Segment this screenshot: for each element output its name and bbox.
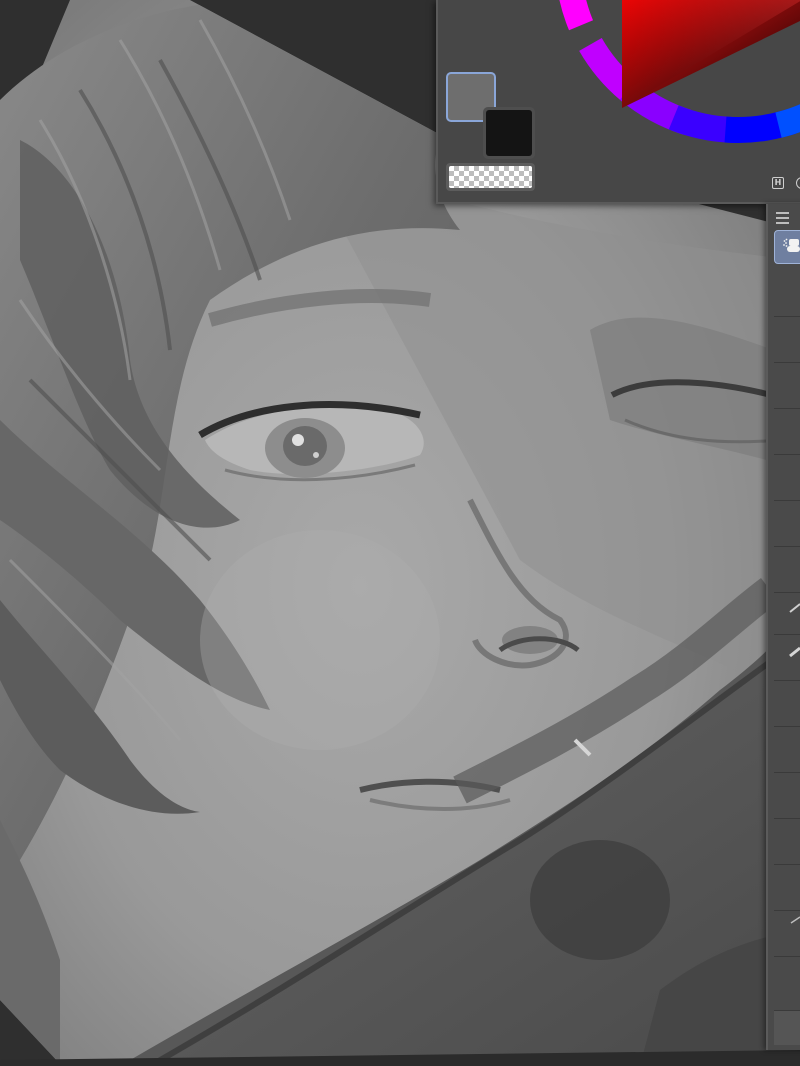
brush-stroke-preview-icon <box>789 603 800 613</box>
tool-divider <box>774 592 800 593</box>
tool-divider <box>774 956 800 957</box>
hsv-square-icon[interactable]: H <box>772 177 784 189</box>
tool-divider <box>774 680 800 681</box>
tool-divider <box>774 362 800 363</box>
tool-divider <box>774 454 800 455</box>
color-wheel-panel: H <box>436 0 800 204</box>
tool-divider <box>774 818 800 819</box>
tool-divider <box>774 634 800 635</box>
tool-divider <box>774 408 800 409</box>
tool-divider <box>774 500 800 501</box>
tool-divider <box>774 546 800 547</box>
brush-stroke-preview-icon <box>790 916 800 924</box>
hamburger-icon[interactable] <box>776 212 792 224</box>
tool-divider <box>774 726 800 727</box>
tool-divider <box>774 772 800 773</box>
airbrush-icon <box>783 238 800 252</box>
brush-stroke-preview-icon <box>789 646 800 658</box>
airbrush-tool-button[interactable] <box>774 230 800 264</box>
sub-tool-palette <box>766 204 800 1050</box>
sub-color-swatch[interactable] <box>483 107 535 159</box>
tool-divider <box>774 316 800 317</box>
transparent-color-swatch[interactable] <box>446 163 535 191</box>
tool-divider <box>774 864 800 865</box>
tool-divider <box>774 910 800 911</box>
tool-settings-button[interactable] <box>774 1010 800 1045</box>
